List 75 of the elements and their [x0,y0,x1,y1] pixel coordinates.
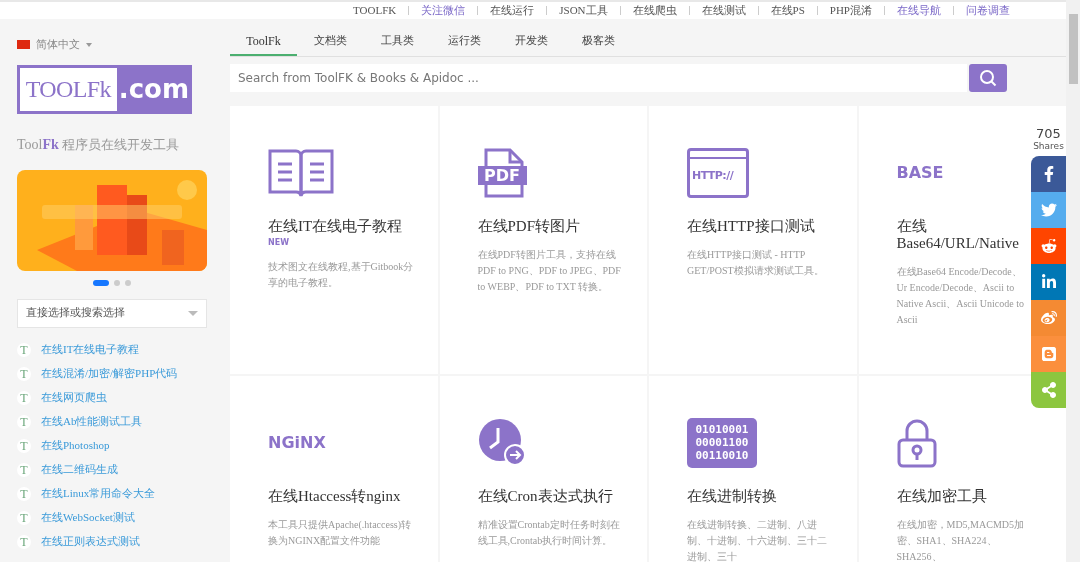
top-nav-link[interactable]: JSON工具 [559,2,608,19]
linkedin-icon [1040,274,1057,290]
share-button[interactable] [1031,156,1066,192]
card-description: 技术图文在线教程,基于Gitbook分享的电子教程。 [268,259,415,290]
top-nav-link[interactable]: PHP混淆 [829,2,872,19]
category-tab[interactable]: 运行类 [431,27,498,56]
tool-card[interactable]: 在线IT在线电子教程 NEW 技术图文在线教程,基于Gitbook分享的电子教程。 [230,105,438,374]
blogger-icon [1040,346,1057,362]
top-nav-link[interactable]: 在线导航 [897,2,941,19]
new-label: NEW [268,238,289,247]
logo[interactable]: TOOLFk .com [17,64,192,114]
tool-badge-icon: T [17,438,31,453]
category-tab[interactable]: 文档类 [297,27,364,56]
share-icon [1040,382,1057,398]
card-description: 在线Base64 Encode/Decode、Ur Encode/Decode、Ascii to Native Ascii、Ascii Unicode to Ascii [896,264,1025,327]
tool-card[interactable]: 在线加密工具 在线加密，MD5,MACMD5加密、SHA1、SHA224、SHA256、 [858,375,1066,562]
card-title: 在线Cron表达式执行 [477,487,614,505]
tool-badge-icon: T [17,486,31,501]
weibo-icon [1040,310,1057,326]
card-title: 在线Htaccess转nginx [268,487,402,505]
book-icon [268,147,334,198]
search-icon [979,69,997,87]
top-nav-link[interactable]: 在线测试 [701,2,746,19]
search-field[interactable]: Search from ToolFK & Books & Apidoc ... [230,64,967,92]
caret-icon [188,310,198,316]
category-tab[interactable]: 工具类 [364,27,431,56]
logo-icon: BASE [896,147,944,198]
search-button[interactable] [969,64,1007,92]
tool-card[interactable]: PDF 在线PDF转图片 在线PDF转图片工具，支持在线PDF to PNG、PDF to JPEG、PDF to WEBP、PDF to TXT 转换。 [439,105,647,374]
top-nav-link[interactable]: 在线运行 [490,2,535,19]
reddit-icon [1040,238,1057,254]
caret-icon [86,42,92,47]
logo-icon: NGiNX [268,417,326,468]
scrollbar[interactable] [1066,0,1080,562]
browser-window-icon: HTTP:// [687,147,749,198]
language-selector[interactable]: 简体中文 [17,37,207,52]
tool-card[interactable]: 在线Cron表达式执行 精准设置Crontab定时任务时刻在线工具,Crontab执行时间计算。 [439,375,647,562]
twitter-icon [1040,202,1057,218]
lock-icon [896,417,937,468]
binary-icon: 01010001 00001100 00110010 [687,417,757,468]
tagline: ToolFk 程序员在线开发工具 [17,135,181,154]
share-button[interactable] [1031,228,1066,264]
tool-badge-icon: T [17,534,31,549]
card-description: 在线加密，MD5,MACMD5加密、SHA1、SHA224、SHA256、 [896,517,1025,562]
card-description: 精准设置Crontab定时任务时刻在线工具,Crontab执行时间计算。 [477,517,621,548]
card-title: 在线IT在线电子教程 [268,217,404,235]
category-tab[interactable]: 开发类 [498,27,565,56]
card-title: 在线PDF转图片 [477,217,582,235]
tool-badge-icon: T [17,366,31,381]
top-nav-link[interactable]: TOOLFK [353,2,397,19]
top-nav-link[interactable]: 关注微信 [421,2,466,19]
category-tab[interactable]: ToolFk [230,27,297,56]
tool-badge-icon: T [17,510,31,525]
tool-badge-icon: T [17,414,31,429]
card-description: 本工具只提供Apache(.htaccess)转换为NGINX配置文件功能 [268,517,412,548]
tool-badge-icon: T [17,390,31,405]
card-title: 在线HTTP接口测试 [687,217,816,235]
card-title: 在线Base64/URL/Native [896,217,1020,252]
top-nav-link[interactable]: 在线爬虫 [632,2,677,19]
share-count: 705 [1035,127,1062,140]
card-title: 在线进制转换 [687,487,778,505]
tool-badge-icon: T [17,462,31,477]
select-field[interactable]: 直接选择或搜索选择 [17,298,207,328]
category-tab[interactable]: 极客类 [565,27,632,56]
card-description: 在线PDF转图片工具，支持在线PDF to PNG、PDF to JPEG、PDF to WEBP、PDF to TXT 转换。 [477,247,622,294]
top-nav-link[interactable]: 问卷调查 [966,2,1010,19]
card-description: 在线HTTP接口测试 - HTTP GET/POST模拟请求测试工具。 [687,247,825,278]
share-button[interactable] [1031,264,1066,300]
share-label: Shares [1032,140,1065,152]
tool-card[interactable]: NGiNX 在线Htaccess转nginx 本工具只提供Apache(.htaccess)转换为NGINX配置文件功能 [230,375,438,562]
top-nav-link[interactable]: 在线PS [770,2,805,19]
tool-badge-icon: T [17,342,31,357]
tool-card[interactable]: HTTP:// 在线HTTP接口测试 在线HTTP接口测试 - HTTP GET/POST模拟请求测试工具。 [649,105,857,374]
card-title: 在线加密工具 [896,487,988,505]
flag-icon [17,40,30,49]
